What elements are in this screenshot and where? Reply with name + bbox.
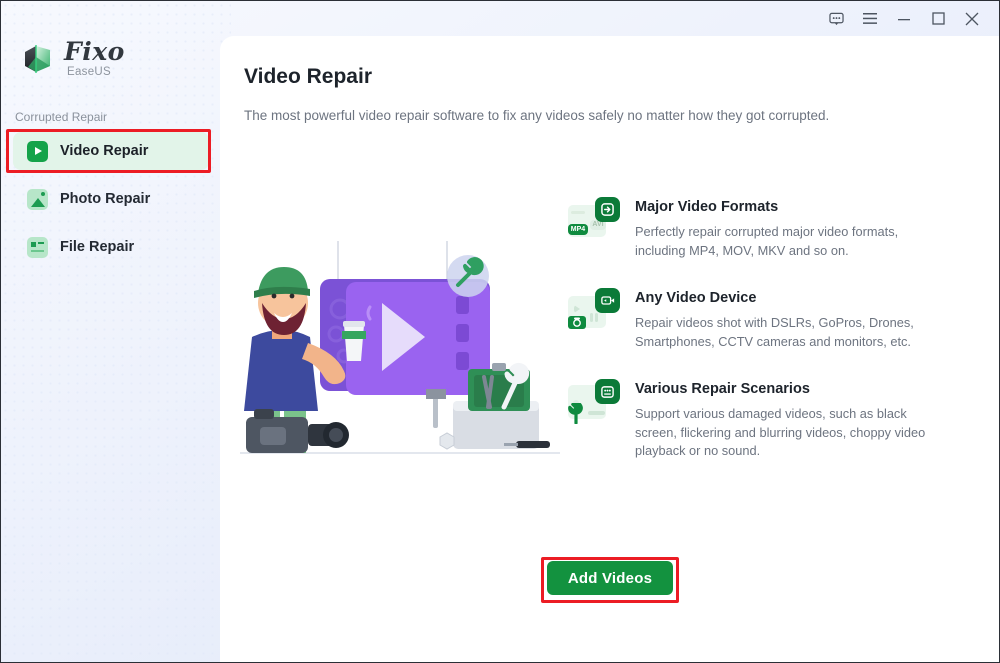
sidebar-section-label: Corrupted Repair	[15, 110, 108, 124]
feature-title: Various Repair Scenarios	[635, 381, 810, 398]
fixo-cube-logo-icon	[19, 41, 55, 77]
feature-title: Any Video Device	[635, 290, 757, 307]
feature-title: Major Video Formats	[635, 199, 779, 215]
photo-image-icon	[27, 188, 48, 210]
feature-item: AVI MP4 Major Video Formats Perfectly re…	[568, 197, 978, 260]
video-repair-technician-illustration	[240, 241, 560, 486]
repair-scenarios-icon	[568, 379, 620, 429]
sidebar-item-label: File Repair	[60, 239, 135, 255]
maximize-icon[interactable]	[921, 4, 955, 34]
feature-item: Any Video Device Repair videos shot with…	[568, 288, 978, 351]
video-device-icon	[568, 288, 620, 338]
logo-wordmark: Fixo EaseUS	[64, 39, 125, 79]
camera-chip-icon	[568, 316, 586, 330]
wrench-chip-icon	[568, 401, 583, 425]
sidebar-highlight-annotation	[6, 129, 211, 173]
close-icon[interactable]	[955, 4, 989, 34]
minimize-icon[interactable]	[887, 4, 921, 34]
app-logo: Fixo EaseUS	[19, 37, 199, 81]
title-bar	[1, 1, 999, 36]
format-badge-icon	[595, 197, 620, 222]
sidebar-texture	[1, 1, 231, 662]
logo-name: Fixo	[64, 37, 125, 67]
menu-icon[interactable]	[853, 4, 887, 34]
sidebar-item-photo-repair[interactable]: Photo Repair	[13, 180, 209, 218]
video-formats-icon: AVI MP4	[568, 197, 620, 247]
page-title: Video Repair	[244, 65, 372, 88]
logo-vendor: EaseUS	[67, 66, 111, 79]
file-document-icon	[27, 236, 48, 258]
feature-item: Various Repair Scenarios Support various…	[568, 379, 978, 461]
page-subtitle: The most powerful video repair software …	[244, 108, 830, 123]
feature-list: AVI MP4 Major Video Formats Perfectly re…	[568, 197, 978, 489]
feedback-icon[interactable]	[819, 4, 853, 34]
app-window: Fixo EaseUS Corrupted Repair Video Repai…	[0, 0, 1000, 663]
sidebar-item-file-repair[interactable]: File Repair	[13, 228, 209, 266]
format-chip-mp4: MP4	[568, 224, 588, 235]
sidebar-item-label: Photo Repair	[60, 191, 151, 207]
feature-description: Perfectly repair corrupted major video f…	[635, 224, 899, 258]
camcorder-badge-icon	[595, 288, 620, 314]
feature-description: Repair videos shot with DSLRs, GoPros, D…	[635, 315, 914, 349]
button-highlight-annotation	[541, 557, 679, 603]
feature-description: Support various damaged videos, such as …	[635, 406, 926, 459]
screen-badge-icon	[595, 379, 620, 405]
